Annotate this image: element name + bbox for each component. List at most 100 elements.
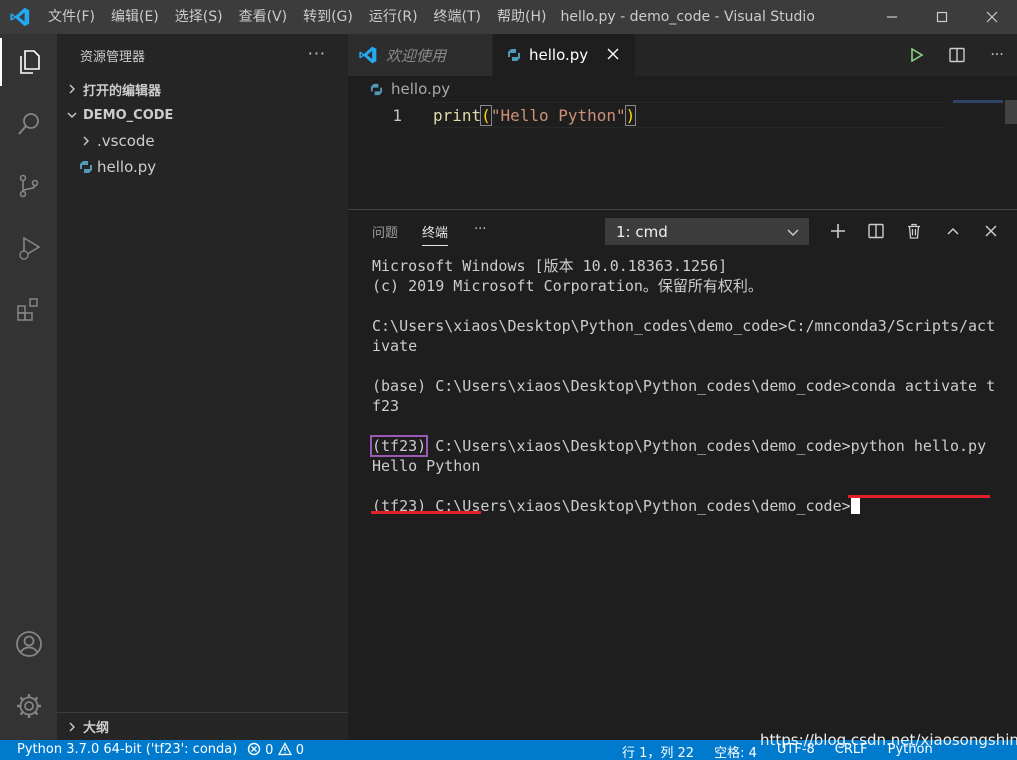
explorer-sidebar: 资源管理器 ··· 打开的编辑器 DEMO_CODE .vscode hello… [57, 34, 348, 740]
breadcrumb-file: hello.py [391, 80, 451, 98]
outline-section[interactable]: 大纲 [57, 712, 348, 740]
terminal-line: (base) C:\Users\xiaos\Desktop\Python_cod… [372, 377, 996, 395]
terminal-line: C:\Users\xiaos\Desktop\Python_codes\demo… [372, 317, 996, 335]
extensions-icon[interactable] [0, 286, 57, 334]
code-line[interactable]: 1 print("Hello Python") [348, 102, 1017, 128]
folder-section[interactable]: DEMO_CODE [57, 102, 348, 128]
explorer-title: 资源管理器 [80, 49, 146, 65]
menu-selection[interactable]: 选择(S) [167, 0, 231, 34]
terminal-select-value: 1: cmd [616, 222, 668, 241]
explorer-icon[interactable] [0, 38, 57, 86]
tab-label: 欢迎使用 [386, 46, 447, 65]
maximize-panel-icon[interactable] [937, 216, 969, 246]
minimap[interactable] [953, 100, 1003, 103]
env-highlight: (tf23) [369, 435, 429, 457]
minimize-button[interactable] [867, 0, 917, 34]
menu-go[interactable]: 转到(G) [295, 0, 361, 34]
close-panel-icon[interactable] [975, 216, 1007, 246]
run-debug-icon[interactable] [0, 224, 57, 272]
vscode-logo-icon [0, 0, 40, 34]
source-control-icon[interactable] [0, 162, 57, 210]
maximize-button[interactable] [917, 0, 967, 34]
panel-tabs: 问题 终端 ··· 1: cmd [348, 210, 1017, 252]
new-terminal-icon[interactable] [822, 216, 854, 246]
editor-tabs: 欢迎使用 hello.py ··· [348, 34, 1017, 76]
settings-gear-icon[interactable] [0, 682, 57, 730]
chevron-right-icon [63, 80, 81, 98]
editor-actions: ··· [897, 34, 1017, 76]
outline-label: 大纲 [83, 721, 110, 736]
explorer-header: 资源管理器 ··· [57, 34, 348, 76]
code-function: print [433, 105, 482, 125]
close-tab-icon[interactable] [607, 48, 619, 60]
warning-icon [277, 742, 292, 756]
program-output: Hello Python [372, 457, 481, 475]
menu-view[interactable]: 查看(V) [231, 0, 296, 34]
warning-count: 0 [295, 743, 304, 758]
search-icon[interactable] [0, 100, 57, 148]
line-number: 1 [392, 105, 402, 125]
menu-run[interactable]: 运行(R) [361, 0, 426, 34]
more-actions-icon[interactable]: ··· [977, 34, 1017, 76]
menu-edit[interactable]: 编辑(E) [103, 0, 167, 34]
menu-file[interactable]: 文件(F) [40, 0, 103, 34]
panel-more-button[interactable]: ··· [474, 222, 486, 237]
problems-status[interactable]: 0 0 [247, 742, 304, 758]
terminal-line: ivate [372, 337, 418, 355]
window-title: hello.py - demo_code - Visual Studio ... [560, 9, 817, 25]
code-paren-close: ) [624, 104, 637, 126]
tree-item-vscode[interactable]: .vscode [57, 128, 348, 154]
open-editors-label: 打开的编辑器 [83, 83, 162, 99]
code-paren-open: ( [480, 104, 492, 126]
tab-problems[interactable]: 问题 [372, 222, 398, 241]
command-text: python hello.py [850, 437, 987, 455]
python-file-icon [77, 158, 95, 176]
code-content[interactable]: print("Hello Python") [433, 102, 944, 128]
menu-help[interactable]: 帮助(H) [489, 0, 554, 34]
run-file-icon[interactable] [897, 34, 937, 76]
editor-area: 欢迎使用 hello.py ··· hello.py 1 print("Hell… [348, 34, 1017, 740]
output-underline [371, 511, 481, 514]
account-icon[interactable] [0, 620, 57, 668]
menu-bar: 文件(F) 编辑(E) 选择(S) 查看(V) 转到(G) 运行(R) 终端(T… [40, 0, 554, 34]
close-window-button[interactable] [967, 0, 1017, 34]
error-icon [247, 742, 261, 756]
breadcrumb[interactable]: hello.py [370, 78, 450, 100]
python-file-icon [370, 83, 383, 96]
indentation[interactable]: 空格: 4 [714, 742, 757, 760]
terminal-select[interactable]: 1: cmd [605, 218, 809, 245]
watermark: https://blog.csdn.net/xiaosongshine [760, 731, 1017, 749]
python-interpreter-status[interactable]: Python 3.7.0 64-bit ('tf23': conda) [17, 742, 237, 757]
chevron-right-icon [63, 718, 81, 736]
menu-terminal[interactable]: 终端(T) [426, 0, 489, 34]
tab-hello-py[interactable]: hello.py [493, 34, 635, 76]
tree-item-label: .vscode [97, 132, 155, 150]
editor-scrollbar[interactable] [1005, 100, 1017, 124]
split-terminal-icon[interactable] [860, 216, 892, 246]
terminal-output[interactable]: Microsoft Windows [版本 10.0.18363.1256] (… [369, 256, 1012, 516]
terminal-line: Microsoft Windows [版本 10.0.18363.1256] [372, 257, 728, 275]
split-editor-icon[interactable] [937, 34, 977, 76]
window-controls [867, 0, 1017, 34]
open-editors-section[interactable]: 打开的编辑器 [57, 76, 348, 102]
cursor-position[interactable]: 行 1，列 22 [622, 742, 694, 760]
chevron-down-icon [786, 225, 800, 243]
terminal-cursor [850, 496, 860, 514]
chevron-right-icon [77, 132, 95, 150]
tree-item-label: hello.py [97, 158, 157, 176]
tab-welcome[interactable]: 欢迎使用 [348, 34, 492, 76]
terminal-line: f23 [372, 397, 400, 415]
activity-bar [0, 34, 57, 740]
tab-terminal[interactable]: 终端 [422, 222, 449, 246]
vscode-logo-icon [358, 45, 378, 65]
trash-icon[interactable] [898, 216, 930, 246]
error-count: 0 [265, 743, 274, 758]
code-string: "Hello Python" [490, 105, 626, 125]
tree-item-hello-py[interactable]: hello.py [57, 154, 348, 180]
explorer-more-button[interactable]: ··· [308, 44, 326, 63]
title-bar: 文件(F) 编辑(E) 选择(S) 查看(V) 转到(G) 运行(R) 终端(T… [0, 0, 1017, 34]
python-file-icon [507, 48, 521, 62]
terminal-line: (c) 2019 Microsoft Corporation。保留所有权利。 [372, 277, 763, 295]
terminal-panel: 问题 终端 ··· 1: cmd Microsoft Windows [版本 1… [348, 209, 1017, 740]
tab-label: hello.py [529, 46, 589, 64]
